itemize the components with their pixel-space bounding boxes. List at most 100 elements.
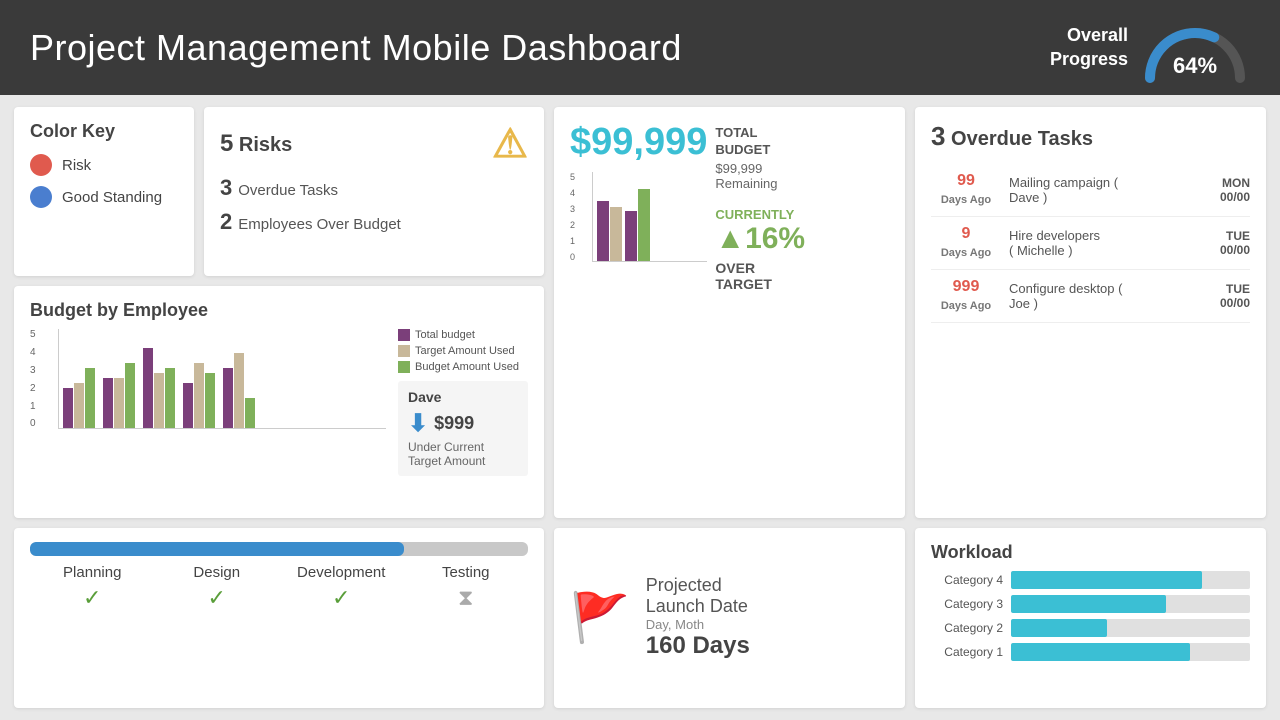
bar-group-1 [63,368,95,428]
bar-purple-1 [63,388,73,428]
bar-green-4 [205,373,215,428]
budget-mini-chart: 0 1 2 3 4 5 [570,172,707,262]
risk-label: Risk [62,157,91,174]
wl-bar-fill-1 [1011,643,1190,661]
wl-bar-fill-2 [1011,619,1107,637]
mid-bar-green-2 [638,189,650,261]
dave-value: $999 [434,413,474,434]
launch-days: 160 Days [646,632,750,660]
budget-employee-title: Budget by Employee [30,300,528,321]
bar-purple-3 [143,348,153,428]
gauge-percent: 64% [1173,53,1217,79]
y-axis: 0 1 2 3 4 5 [30,329,36,429]
wl-row-4: Category 4 [931,571,1250,589]
gauge: 64% [1140,13,1250,83]
overdue-row-3: 999Days Ago Configure desktop (Joe ) TUE… [931,270,1250,323]
legend-budget-label: Budget Amount Used [415,361,519,373]
dave-amount: ⬇ $999 [408,409,518,438]
legend-purple-box [398,329,410,341]
stage-planning: Planning ✓ [30,564,155,611]
wl-bar-bg-4 [1011,571,1250,589]
dave-subtitle: Under CurrentTarget Amount [408,440,518,468]
overdue-count: 3 [931,121,945,151]
overdue-title: 3 Overdue Tasks [931,121,1250,152]
legend-tan-box [398,345,410,357]
stage-design-label: Design [155,564,280,581]
stage-planning-label: Planning [30,564,155,581]
mid-y-axis: 0 1 2 3 4 5 [570,172,575,262]
color-key-title: Color Key [30,121,178,142]
bar-purple-4 [183,383,193,428]
mid-bar-tan-1 [610,207,622,261]
overdue-tasks-card: 3 Overdue Tasks 99Days Ago Mailing campa… [915,107,1266,518]
stage-testing-label: Testing [404,564,529,581]
total-budget-amount: $99,999 [570,121,707,164]
overdue-row-2: 9Days Ago Hire developers( Michelle ) TU… [931,217,1250,270]
od-days-2: 9Days Ago [931,225,1001,261]
legend-total-label: Total budget [415,329,475,341]
bar-tan-1 [74,383,84,428]
risk-dot [30,154,52,176]
page-title: Project Management Mobile Dashboard [30,27,682,69]
total-budget-label: TOTALBUDGET [715,125,805,159]
legend-target: Target Amount Used [398,345,528,357]
od-date-1: MON00/00 [1220,176,1250,204]
wl-cat3-label: Category 3 [931,597,1003,611]
wl-bar-bg-3 [1011,595,1250,613]
risks-card: 5 Risks ⚠ 3 Overdue Tasks 2 Employees Ov… [204,107,544,276]
launch-info: ProjectedLaunch Date Day, Moth 160 Days [646,575,750,660]
workload-card: Workload Category 4 Category 3 Category … [915,528,1266,708]
bar-tan-3 [154,373,164,428]
legend-target-label: Target Amount Used [415,345,515,357]
overdue-tasks-row: 3 Overdue Tasks [220,175,528,201]
budget-employee-card: Budget by Employee 0 1 2 3 4 5 [14,286,544,517]
legend-budget: Budget Amount Used [398,361,528,373]
overall-progress-label: OverallProgress [1050,24,1128,71]
bar-group-2 [103,363,135,428]
budget-top-row: $99,999 0 1 2 3 4 5 [570,121,889,292]
launch-subtitle: Day, Moth [646,617,750,632]
ck-good: Good Standing [30,186,178,208]
bar-purple-2 [103,378,113,428]
bar-tan-4 [194,363,204,428]
bar-green-1 [85,368,95,428]
overdue-title-text: Overdue Tasks [951,128,1093,150]
down-arrow-icon: ⬇ [408,409,428,438]
od-desc-2: Hire developers( Michelle ) [1001,228,1220,258]
legend-green-box [398,361,410,373]
bar-green-3 [165,368,175,428]
wl-bar-bg-1 [1011,643,1250,661]
progress-stages: Planning ✓ Design ✓ Development ✓ Testin… [30,564,528,611]
launch-title: ProjectedLaunch Date [646,575,750,617]
budget-chart-area: 0 1 2 3 4 5 [30,329,386,476]
design-check-icon: ✓ [155,585,280,611]
stage-design: Design ✓ [155,564,280,611]
bar-group-5 [223,353,255,428]
workload-title: Workload [931,542,1250,563]
projected-launch-card: 🚩 ProjectedLaunch Date Day, Moth 160 Day… [554,528,905,708]
progress-stages-card: Planning ✓ Design ✓ Development ✓ Testin… [14,528,544,708]
od-days-3: 999Days Ago [931,278,1001,314]
od-date-2: TUE00/00 [1220,229,1250,257]
wl-bar-fill-4 [1011,571,1202,589]
bar-green-5 [245,398,255,428]
progress-bar-fill [30,542,404,556]
budget-right: TOTALBUDGET $99,999Remaining CURRENTLY ▲… [715,121,805,292]
over-target-pct: ▲16% [715,222,805,256]
color-key-card: Color Key Risk Good Standing [14,107,194,276]
risks-label: Risks [239,134,292,156]
progress-bar-container [30,542,528,556]
bar-purple-5 [223,368,233,428]
employees-over-budget-row: 2 Employees Over Budget [220,209,528,235]
employees-count: 2 [220,209,232,235]
bar-group-4 [183,363,215,428]
wl-cat2-label: Category 2 [931,621,1003,635]
development-check-icon: ✓ [279,585,404,611]
warning-icon: ⚠ [492,121,528,167]
header: Project Management Mobile Dashboard Over… [0,0,1280,95]
wl-row-2: Category 2 [931,619,1250,637]
od-desc-1: Mailing campaign (Dave ) [1001,175,1220,205]
bar-green-2 [125,363,135,428]
wl-cat4-label: Category 4 [931,573,1003,587]
good-label: Good Standing [62,189,162,206]
